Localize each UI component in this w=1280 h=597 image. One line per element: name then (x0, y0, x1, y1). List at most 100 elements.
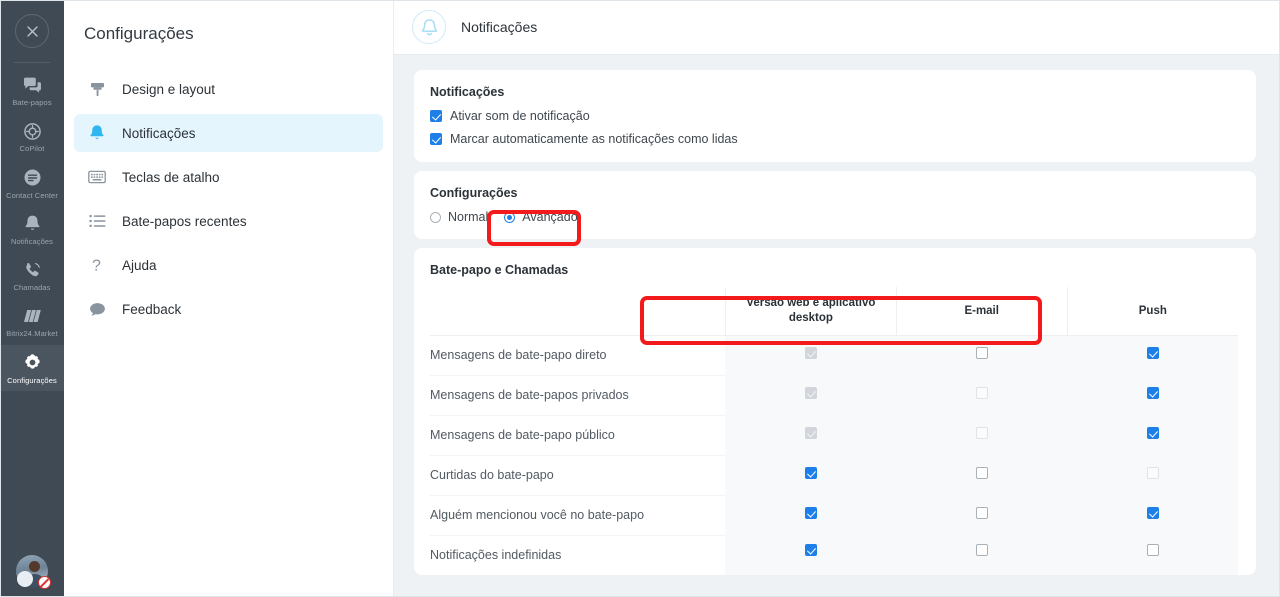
checkbox-web-desktop[interactable] (804, 467, 817, 479)
cell-email[interactable] (896, 335, 1068, 375)
cell-push[interactable] (1067, 535, 1238, 575)
settings-mode-card: Configurações Normal Avançado (414, 171, 1256, 239)
option-ativar-som[interactable]: Ativar som de notificação (430, 109, 1238, 123)
content-header-title: Notificações (461, 19, 538, 35)
sidebar-item-teclas-de-atalho[interactable]: Teclas de atalho (74, 158, 383, 196)
main-content: Notificações Notificações Ativar som de … (394, 0, 1280, 597)
cell-web-desktop[interactable] (725, 495, 897, 535)
cell-push[interactable] (1067, 455, 1238, 495)
cell-email[interactable] (896, 375, 1068, 415)
cell-push[interactable] (1067, 415, 1238, 455)
header-blank (430, 287, 726, 336)
option-label: Ativar som de notificação (450, 109, 590, 123)
rail-divider (14, 62, 50, 63)
radio-normal[interactable] (430, 211, 441, 223)
checkbox-push[interactable] (1146, 387, 1159, 399)
checkbox-push[interactable] (1146, 427, 1159, 439)
table-header-row: Versão web e aplicativo desktop E-mail P… (430, 287, 1238, 336)
question-icon: ? (86, 254, 108, 276)
card-heading: Bate-papo e Chamadas (430, 263, 569, 277)
cell-email[interactable] (896, 415, 1068, 455)
rail-item-label: Chamadas (13, 283, 51, 292)
sidebar-item-notificacoes[interactable]: Notificações (74, 114, 383, 152)
settings-mode-radio-group: Normal Avançado (430, 210, 1238, 224)
sidebar-item-label: Bate-papos recentes (122, 213, 247, 229)
checkbox-push[interactable] (1146, 347, 1159, 360)
rail-item-label: Bitrix24.Market (6, 329, 58, 339)
cell-email[interactable] (896, 495, 1068, 535)
checkbox-web-desktop (804, 427, 817, 439)
phone-icon (21, 259, 43, 281)
left-icon-rail: Bate-papos CoPilot Contact Center Notifi… (0, 0, 64, 597)
table-row: Alguém mencionou você no bate-papo (430, 495, 1238, 536)
cell-email[interactable] (896, 535, 1068, 575)
sidebar-item-ajuda[interactable]: ? Ajuda (74, 246, 383, 284)
checkbox-web-desktop[interactable] (804, 544, 817, 556)
cell-push[interactable] (1067, 495, 1238, 535)
checkbox-web-desktop[interactable] (804, 507, 817, 519)
sidebar-item-label: Teclas de atalho (122, 169, 220, 185)
checkbox-web-desktop (804, 347, 817, 360)
rail-item-copilot[interactable]: CoPilot (0, 113, 64, 159)
rail-item-notificacoes[interactable]: Notificações (0, 206, 64, 252)
checkbox-ativar-som[interactable] (430, 110, 442, 122)
cell-web-desktop[interactable] (725, 415, 897, 455)
sidebar-item-label: Ajuda (122, 257, 157, 273)
close-icon (26, 25, 38, 37)
checkbox-push (1146, 467, 1159, 479)
checkbox-marcar-automaticamente[interactable] (430, 133, 442, 145)
sidebar-item-label: Notificações (122, 125, 196, 141)
page-title: Configurações (84, 24, 194, 43)
avatar[interactable] (16, 555, 51, 589)
svg-text:?: ? (92, 258, 101, 275)
cell-web-desktop[interactable] (725, 455, 897, 495)
column-header-email: E-mail (895, 287, 1068, 336)
do-not-disturb-badge-icon (38, 576, 51, 589)
avatar-foreground (17, 571, 33, 587)
close-button[interactable] (15, 14, 49, 48)
cell-push[interactable] (1067, 335, 1238, 375)
checkbox-push[interactable] (1146, 544, 1159, 556)
checkbox-email (975, 387, 988, 399)
content-header: Notificações (394, 0, 1280, 55)
cell-web-desktop[interactable] (725, 535, 897, 575)
table-row: Notificações indefinidas (430, 535, 1238, 575)
checkbox-email[interactable] (975, 507, 988, 519)
option-marcar-automaticamente[interactable]: Marcar automaticamente as notificações c… (430, 132, 1238, 146)
rail-item-contact-center[interactable]: Contact Center (0, 160, 64, 206)
checkbox-email[interactable] (975, 544, 988, 556)
keyboard-icon (86, 166, 108, 188)
radio-option-normal[interactable]: Normal (430, 210, 488, 224)
cell-push[interactable] (1067, 375, 1238, 415)
radio-option-avancado[interactable]: Avançado (504, 210, 578, 224)
scrollbar-track[interactable] (1272, 55, 1280, 597)
bell-icon (86, 122, 108, 144)
rail-item-label: CoPilot (19, 144, 45, 154)
radio-avancado[interactable] (504, 211, 516, 223)
settings-nav-panel: Configurações Design e layout Notificaçõ… (64, 0, 394, 597)
cell-web-desktop[interactable] (725, 375, 897, 415)
sidebar-item-feedback[interactable]: Feedback (74, 290, 383, 328)
notifications-card: Notificações Ativar som de notificação M… (414, 70, 1256, 162)
speech-bubble-icon (86, 298, 108, 320)
rail-item-label: Configurações (7, 375, 57, 385)
rail-item-bate-papos[interactable]: Bate-papos (0, 67, 64, 113)
column-header-web-desktop: Versão web e aplicativo desktop (724, 287, 897, 336)
card-heading: Notificações (430, 85, 505, 99)
checkbox-email[interactable] (975, 467, 988, 479)
checkbox-push[interactable] (1146, 507, 1159, 519)
chat-and-calls-card: Bate-papo e Chamadas Versão web e aplica… (414, 248, 1256, 575)
rail-item-chamadas[interactable]: Chamadas (0, 252, 64, 298)
row-label: Curtidas do bate-papo (430, 455, 726, 496)
cell-web-desktop[interactable] (725, 335, 897, 375)
cell-email[interactable] (896, 455, 1068, 495)
checkbox-email[interactable] (975, 347, 988, 360)
column-header-push: Push (1066, 287, 1238, 336)
rail-item-bitrix24-market[interactable]: Bitrix24.Market (0, 298, 64, 344)
gear-icon (21, 352, 43, 374)
sidebar-item-bate-papos-recentes[interactable]: Bate-papos recentes (74, 202, 383, 240)
contact-center-icon (21, 167, 43, 189)
sidebar-item-design-e-layout[interactable]: Design e layout (74, 70, 383, 108)
settings-scroll-area[interactable]: Notificações Ativar som de notificação M… (394, 55, 1280, 597)
rail-item-configuracoes[interactable]: Configurações (0, 344, 64, 391)
